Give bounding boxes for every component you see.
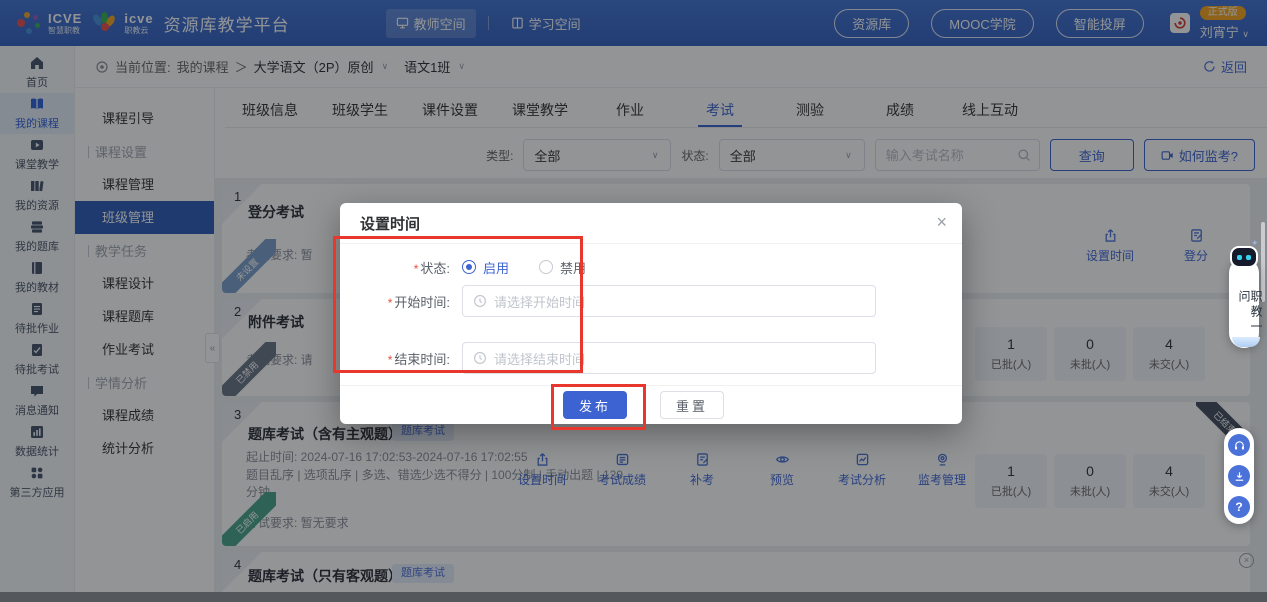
reset-button[interactable]: 重置 <box>660 391 724 419</box>
help-button[interactable]: ? <box>1228 496 1250 518</box>
annotation-box-form <box>333 236 583 373</box>
download-button[interactable] <box>1228 465 1250 487</box>
ai-assistant-widget[interactable]: 职教一问 ✦ <box>1227 250 1261 350</box>
download-icon <box>1233 470 1246 483</box>
headset-icon <box>1233 439 1246 452</box>
annotation-box-publish <box>551 384 646 430</box>
robot-face-icon <box>1230 246 1258 268</box>
floating-toolbar: ? <box>1224 428 1254 524</box>
sparkle-icon: ✦ <box>1251 238 1259 249</box>
close-icon[interactable]: × <box>936 212 947 232</box>
customer-service-button[interactable] <box>1228 434 1250 456</box>
